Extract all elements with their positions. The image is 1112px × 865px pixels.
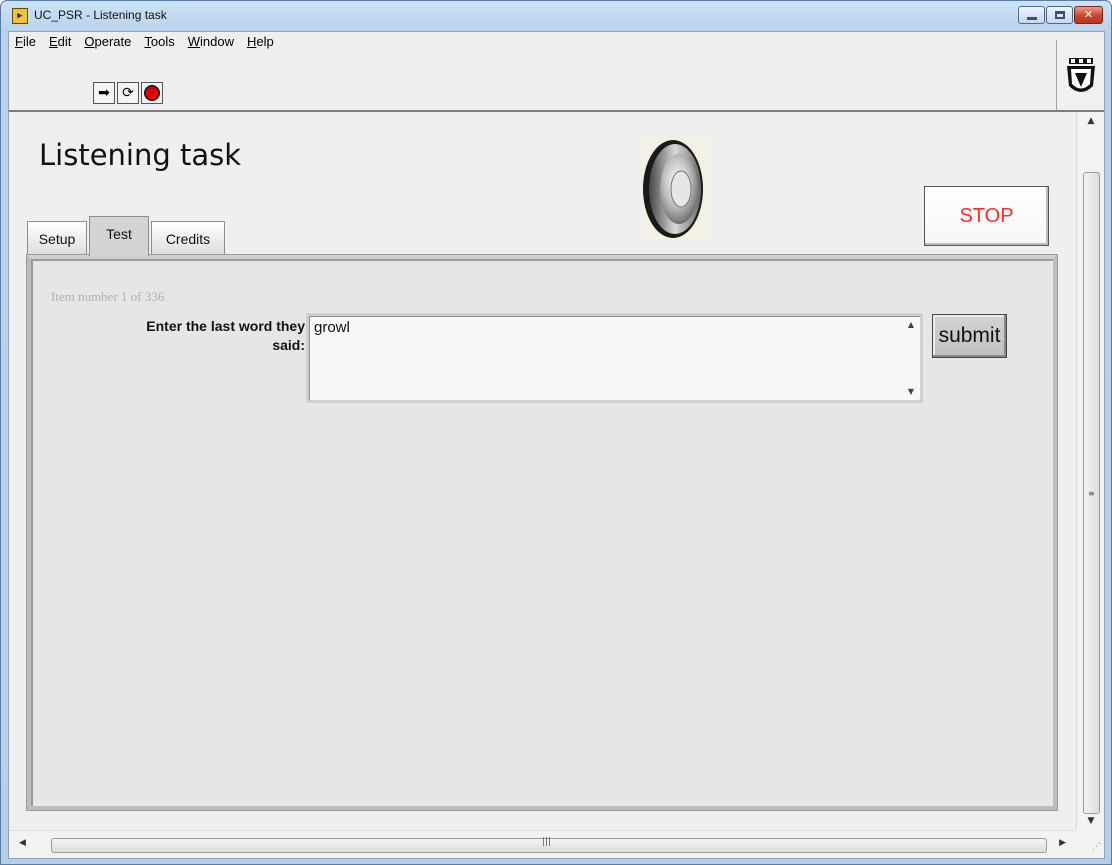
menu-file-label: ile bbox=[22, 34, 36, 49]
answer-scroll-down-icon[interactable]: ▼ bbox=[908, 387, 914, 396]
menu-help-mnemonic: H bbox=[246, 34, 257, 49]
resize-grip-icon[interactable]: ⋰ bbox=[1076, 830, 1104, 858]
answer-input-value: growl bbox=[314, 319, 350, 336]
menu-operate-mnemonic: O bbox=[84, 34, 95, 49]
title-bar[interactable]: ▶ UC_PSR - Listening task ✕ bbox=[1, 1, 1111, 25]
answer-prompt-label: Enter the last word they said: bbox=[55, 317, 305, 355]
horizontal-scrollbar[interactable]: ◀ ||| ▶ bbox=[9, 830, 1076, 858]
tab-setup[interactable]: Setup bbox=[27, 221, 87, 256]
menu-window-label: indow bbox=[200, 34, 234, 49]
answer-scroll-up-icon[interactable]: ▲ bbox=[908, 320, 914, 329]
menu-window-mnemonic: W bbox=[187, 34, 201, 49]
maximize-icon bbox=[1055, 11, 1065, 19]
abort-button[interactable] bbox=[141, 82, 163, 104]
maximize-button[interactable] bbox=[1046, 6, 1073, 24]
labview-app-icon: ▶ bbox=[12, 8, 28, 24]
menu-operate-label: perate bbox=[94, 34, 132, 49]
scroll-up-icon[interactable]: ▲ bbox=[1077, 116, 1105, 126]
scroll-down-icon[interactable]: ▼ bbox=[1077, 816, 1105, 826]
speaker-graphic bbox=[643, 140, 703, 238]
menu-operate[interactable]: Operate bbox=[78, 32, 138, 52]
menu-file-mnemonic: F bbox=[15, 34, 23, 49]
window-controls: ✕ bbox=[1018, 6, 1103, 24]
minimize-icon bbox=[1027, 17, 1037, 20]
menu-edit[interactable]: Edit bbox=[43, 32, 78, 52]
menu-help[interactable]: Help bbox=[241, 32, 281, 52]
close-button[interactable]: ✕ bbox=[1074, 6, 1103, 24]
page-title: Listening task bbox=[39, 138, 242, 172]
scroll-right-icon[interactable]: ▶ bbox=[1059, 838, 1066, 848]
client-area: File Edit Operate Tools Window Help ➡ ⟳ … bbox=[8, 31, 1105, 859]
answer-prompt-line1: Enter the last word they bbox=[146, 318, 305, 334]
tab-test[interactable]: Test bbox=[89, 216, 149, 256]
grip-icon: ≡ bbox=[1088, 489, 1095, 498]
answer-input[interactable]: growl ▲ ▼ bbox=[306, 313, 923, 403]
vi-icon[interactable] bbox=[1056, 40, 1104, 112]
vertical-scroll-thumb[interactable]: ≡ bbox=[1083, 172, 1100, 814]
abort-execution-icon bbox=[144, 85, 160, 101]
speaker-icon bbox=[641, 138, 711, 240]
run-continuously-button[interactable]: ⟳ bbox=[117, 82, 139, 104]
close-icon: ✕ bbox=[1083, 8, 1094, 21]
window-title: UC_PSR - Listening task bbox=[34, 8, 167, 22]
answer-prompt-line2: said: bbox=[272, 337, 305, 353]
toolbar: ➡ ⟳ bbox=[9, 78, 1055, 108]
menu-bar: File Edit Operate Tools Window Help bbox=[9, 32, 1104, 52]
item-number-indicator: Item number 1 of 336 bbox=[51, 289, 165, 304]
stop-button[interactable]: STOP bbox=[924, 186, 1049, 246]
front-panel: Listening task STOP Setup Test Credits I… bbox=[9, 112, 1076, 830]
menu-edit-mnemonic: E bbox=[48, 34, 58, 49]
submit-button[interactable]: submit bbox=[932, 314, 1007, 358]
tab-credits[interactable]: Credits bbox=[151, 221, 225, 256]
menu-edit-label: dit bbox=[57, 34, 72, 49]
run-continuously-icon: ⟳ bbox=[122, 85, 134, 101]
run-button[interactable]: ➡ bbox=[93, 82, 115, 104]
menu-window[interactable]: Window bbox=[182, 32, 241, 52]
menu-help-label: elp bbox=[256, 34, 274, 49]
minimize-button[interactable] bbox=[1018, 6, 1045, 24]
grip-icon: ||| bbox=[542, 837, 552, 847]
test-tab-panel: Item number 1 of 336 Enter the last word… bbox=[27, 255, 1057, 810]
horizontal-scroll-thumb[interactable]: ||| bbox=[51, 837, 1047, 853]
vertical-scrollbar[interactable]: ▲ ≡ ▼ bbox=[1076, 112, 1104, 830]
menu-tools[interactable]: Tools bbox=[138, 32, 181, 52]
scroll-left-icon[interactable]: ◀ bbox=[19, 838, 26, 848]
menu-file[interactable]: File bbox=[9, 32, 43, 52]
run-arrow-icon: ➡ bbox=[98, 85, 110, 101]
app-window: ▶ UC_PSR - Listening task ✕ File Edit Op… bbox=[0, 0, 1112, 865]
menu-tools-label: ools bbox=[150, 34, 175, 49]
crest-icon bbox=[1067, 58, 1095, 92]
